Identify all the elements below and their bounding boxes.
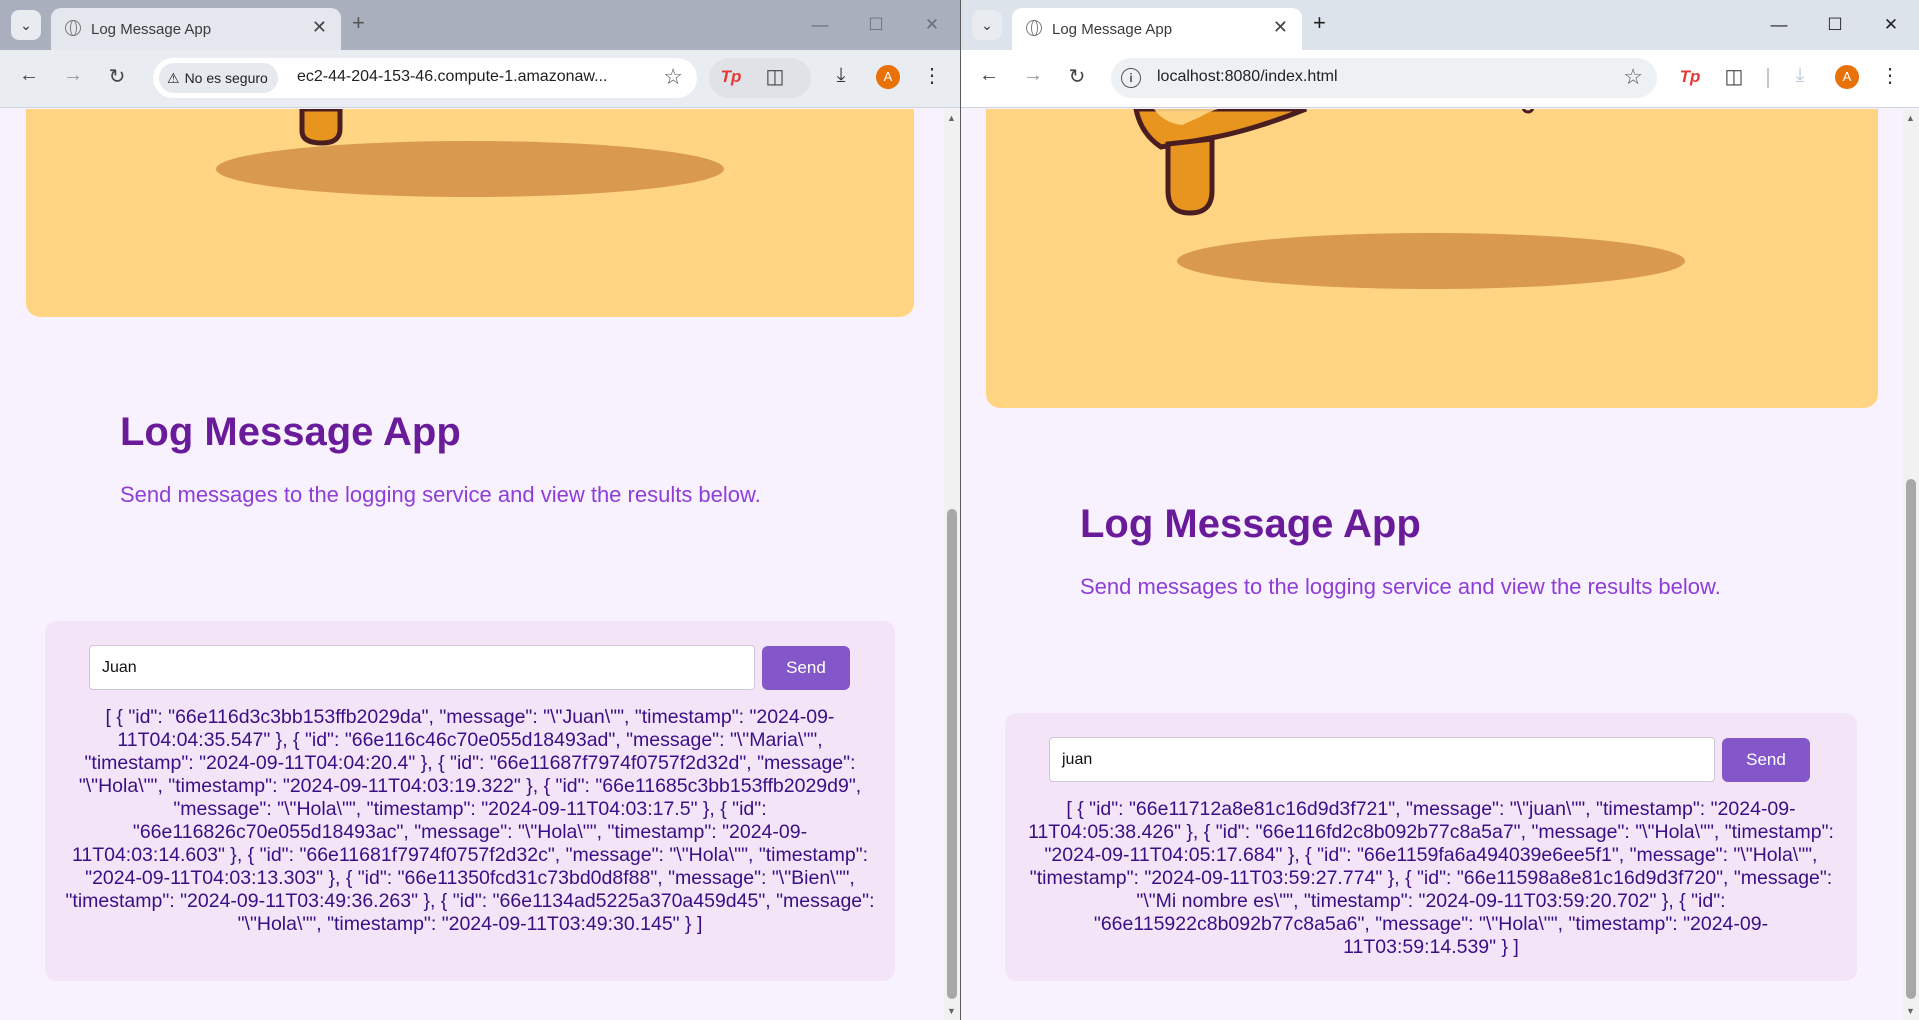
page-subtitle: Send messages to the logging service and… (1080, 574, 1721, 599)
results-output: [ { "id": "66e116d3c3bb153ffb2029da", "m… (65, 706, 875, 935)
maximize-icon[interactable]: ☐ (848, 0, 904, 50)
puzzle-icon[interactable]: ◫ (1721, 64, 1747, 90)
arrow-left-icon[interactable]: ← (974, 64, 1004, 87)
tab-title: Log Message App (1052, 21, 1173, 38)
page-subtitle: Send messages to the logging service and… (120, 482, 761, 507)
info-icon[interactable]: i (1121, 68, 1141, 88)
page-title: Log Message App (1080, 502, 1421, 546)
tp-extension-icon[interactable]: Tp (716, 62, 746, 92)
reload-icon[interactable]: ↻ (1062, 64, 1092, 89)
warning-icon: ⚠ (167, 69, 180, 86)
tab-strip: ⌄ Log Message App ✕ + — ☐ ✕ (0, 0, 960, 50)
message-input[interactable]: Juan (89, 645, 755, 690)
download-icon[interactable]: ⤓ (1786, 64, 1814, 87)
star-icon[interactable]: ☆ (663, 64, 683, 90)
scroll-up-icon[interactable]: ▲ (947, 113, 956, 123)
close-icon[interactable]: ✕ (1273, 17, 1288, 38)
scroll-thumb[interactable] (947, 509, 957, 999)
tp-extension-icon[interactable]: Tp (1675, 62, 1705, 92)
star-icon[interactable]: ☆ (1623, 64, 1643, 90)
honey-drip-illustration (1133, 109, 1685, 289)
globe-icon (1026, 20, 1042, 36)
plus-icon[interactable]: + (1313, 10, 1326, 36)
arrow-left-icon[interactable]: ← (14, 64, 44, 87)
avatar[interactable]: A (876, 65, 900, 89)
plus-icon[interactable]: + (352, 10, 365, 36)
honey-drip-illustration (216, 109, 724, 197)
url-text: ec2-44-204-153-46.compute-1.amazonaw... (297, 68, 608, 85)
scroll-up-icon[interactable]: ▲ (1906, 113, 1915, 123)
browser-window-left: ⌄ Log Message App ✕ + — ☐ ✕ ← → ↻ ⚠ No e… (0, 0, 960, 1020)
scroll-down-icon[interactable]: ▼ (947, 1006, 956, 1016)
page-viewport: Log Message App Send messages to the log… (0, 109, 960, 1020)
close-window-icon[interactable]: ✕ (904, 0, 960, 50)
security-label: No es seguro (184, 70, 268, 86)
send-button[interactable]: Send (1722, 738, 1810, 782)
avatar[interactable]: A (1835, 65, 1859, 89)
hero-illustration (26, 109, 914, 317)
minimize-icon[interactable]: — (792, 0, 848, 50)
send-button[interactable]: Send (762, 646, 850, 690)
message-input[interactable]: juan (1049, 737, 1715, 782)
page-title: Log Message App (120, 410, 461, 454)
kebab-menu-icon[interactable]: ⋮ (1880, 63, 1900, 88)
tab-title: Log Message App (91, 21, 212, 38)
kebab-menu-icon[interactable]: ⋮ (922, 63, 942, 88)
address-bar[interactable]: i localhost:8080/index.html ☆ (1111, 58, 1657, 98)
chevron-down-icon[interactable]: ⌄ (11, 10, 41, 40)
close-window-icon[interactable]: ✕ (1863, 0, 1919, 50)
scroll-thumb[interactable] (1906, 479, 1916, 999)
url-text: localhost:8080/index.html (1157, 68, 1338, 85)
download-icon[interactable]: ⤓ (827, 64, 855, 87)
scrollbar[interactable]: ▲ ▼ (1903, 109, 1919, 1020)
window-controls: — ☐ ✕ (1751, 0, 1919, 50)
tab-log-message-app[interactable]: Log Message App ✕ (51, 8, 341, 50)
results-output: [ { "id": "66e11712a8e81c16d9d3f721", "m… (1028, 798, 1834, 958)
window-controls: — ☐ ✕ (792, 0, 960, 50)
globe-icon (65, 20, 81, 36)
reload-icon[interactable]: ↻ (102, 64, 132, 89)
browser-toolbar: ← → ↻ i localhost:8080/index.html ☆ Tp ◫… (961, 50, 1919, 108)
puzzle-icon[interactable]: ◫ (762, 64, 788, 90)
browser-toolbar: ← → ↻ ⚠ No es seguro ec2-44-204-153-46.c… (0, 50, 960, 108)
message-panel: juan Send [ { "id": "66e11712a8e81c16d9d… (1005, 713, 1857, 981)
close-icon[interactable]: ✕ (312, 17, 327, 38)
toolbar-separator (1767, 68, 1769, 88)
hero-illustration (986, 109, 1878, 408)
maximize-icon[interactable]: ☐ (1807, 0, 1863, 50)
tab-log-message-app[interactable]: Log Message App ✕ (1012, 8, 1302, 50)
security-chip[interactable]: ⚠ No es seguro (159, 63, 278, 93)
address-bar[interactable]: ⚠ No es seguro ec2-44-204-153-46.compute… (153, 58, 697, 98)
browser-window-right: ⌄ Log Message App ✕ + — ☐ ✕ ← → ↻ i loca… (961, 0, 1919, 1020)
arrow-right-icon[interactable]: → (1018, 64, 1048, 87)
minimize-icon[interactable]: — (1751, 0, 1807, 50)
chevron-down-icon[interactable]: ⌄ (972, 10, 1002, 40)
message-panel: Juan Send [ { "id": "66e116d3c3bb153ffb2… (45, 621, 895, 981)
tab-strip: ⌄ Log Message App ✕ + — ☐ ✕ (961, 0, 1919, 50)
scroll-down-icon[interactable]: ▼ (1906, 1006, 1915, 1016)
page-viewport: Log Message App Send messages to the log… (961, 109, 1919, 1020)
scrollbar[interactable]: ▲ ▼ (944, 109, 960, 1020)
arrow-right-icon[interactable]: → (58, 64, 88, 87)
